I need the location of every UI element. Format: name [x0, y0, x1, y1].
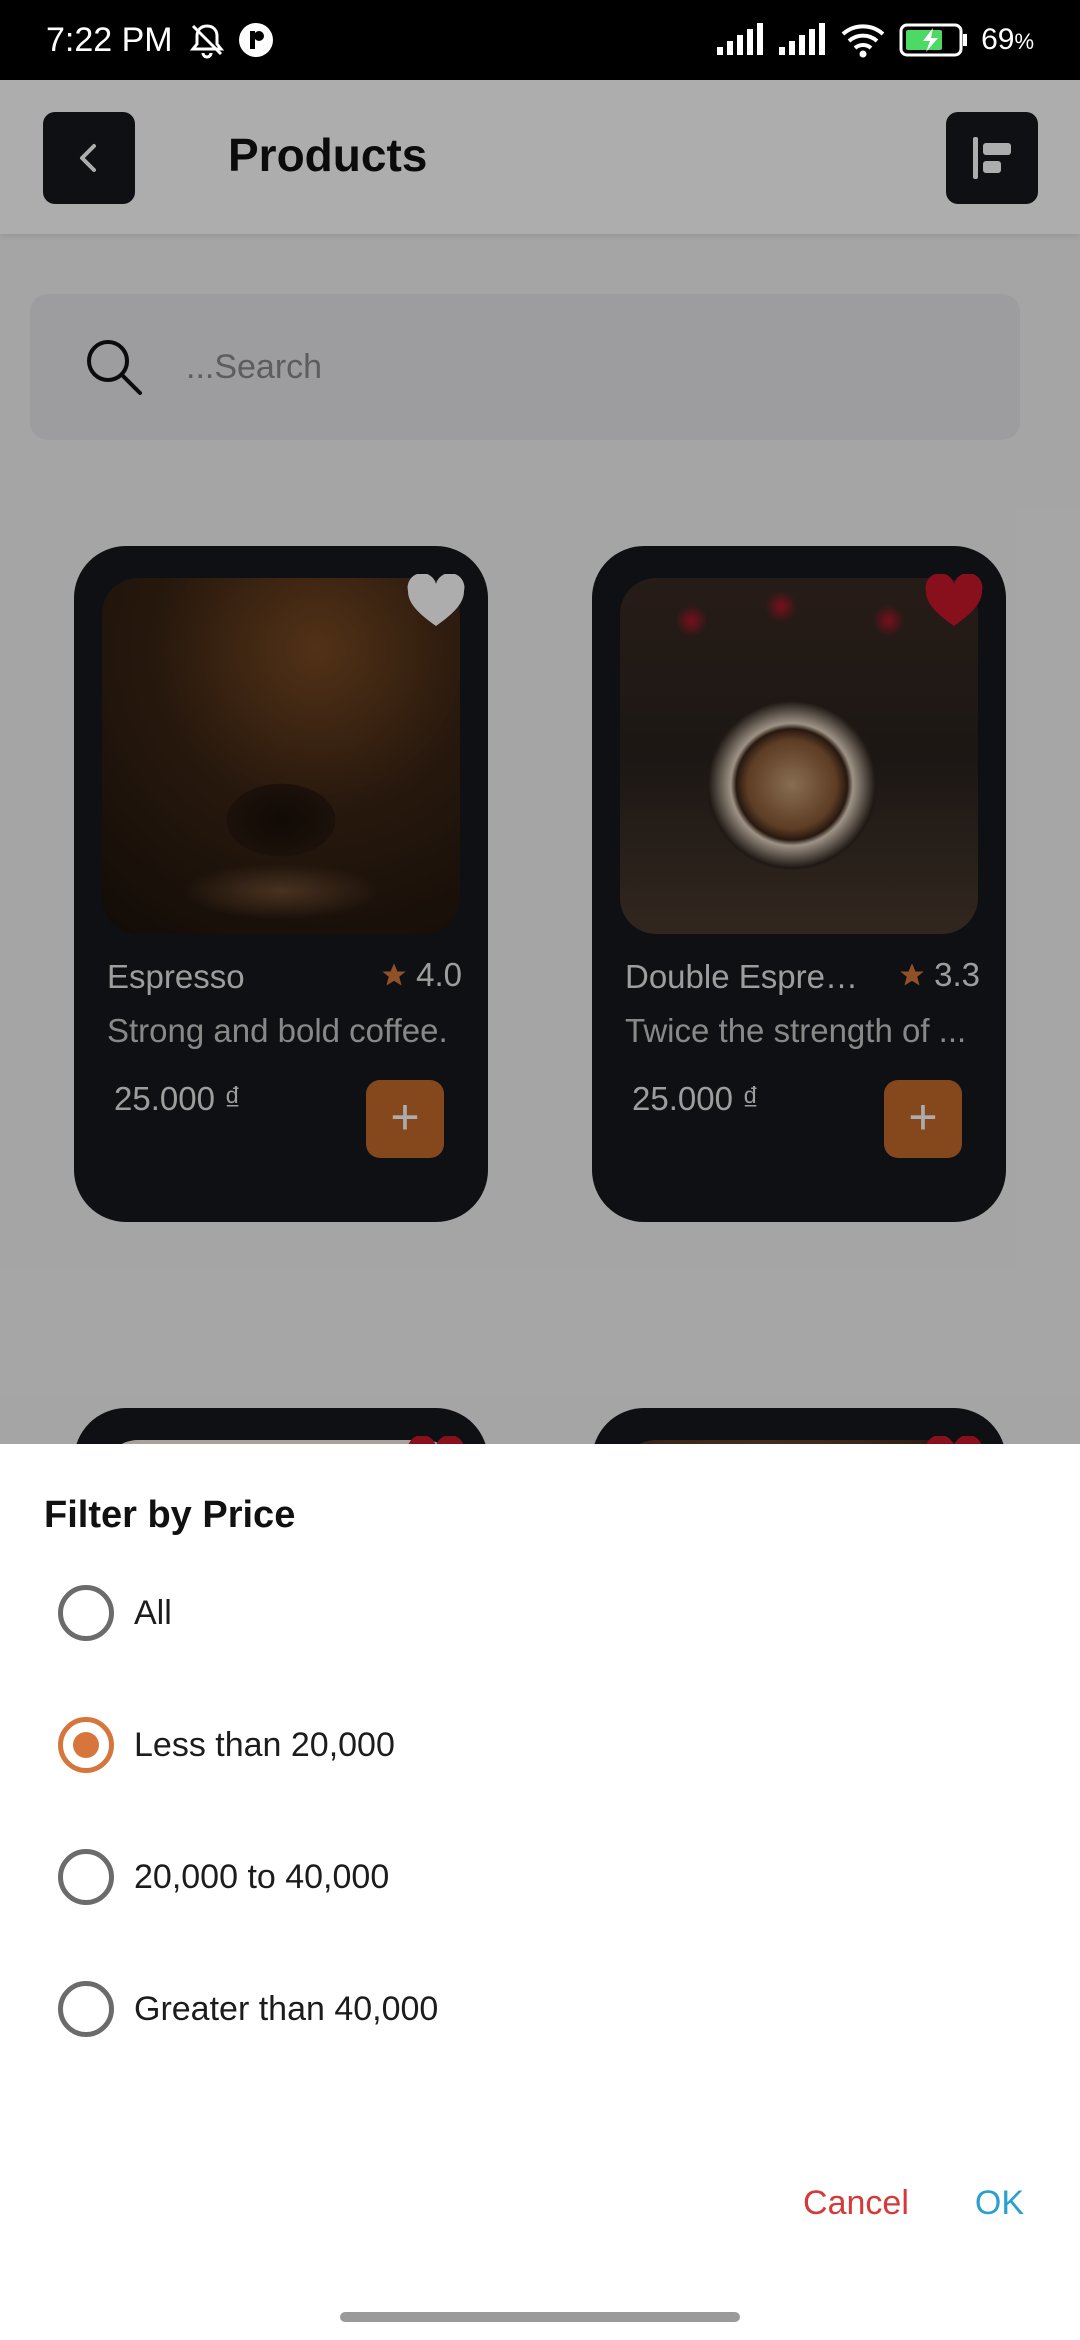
filter-option-20000-to-40000[interactable]: 20,000 to 40,000	[58, 1832, 958, 1922]
home-indicator[interactable]	[340, 2312, 740, 2322]
filter-bottom-sheet: Filter by Price All Less than 20,000 20,…	[0, 1444, 1080, 2340]
option-label: All	[134, 1593, 172, 1632]
option-label: Less than 20,000	[134, 1725, 395, 1764]
signal-icon	[717, 23, 764, 55]
radio-button[interactable]	[58, 1849, 114, 1905]
signal-icon	[779, 23, 826, 55]
sheet-title: Filter by Price	[44, 1494, 296, 1536]
status-bar: 7:22 PM 69%	[0, 0, 1080, 80]
filter-option-all[interactable]: All	[58, 1568, 958, 1658]
radio-button-selected[interactable]	[58, 1717, 114, 1773]
filter-option-less-than-20000[interactable]: Less than 20,000	[58, 1700, 958, 1790]
wifi-icon	[841, 24, 885, 58]
battery-percent: 69%	[981, 23, 1034, 56]
status-time: 7:22 PM	[46, 20, 173, 59]
cancel-button[interactable]: Cancel	[803, 2184, 909, 2223]
sheet-actions: Cancel OK	[803, 2184, 1024, 2223]
ok-button[interactable]: OK	[975, 2184, 1024, 2223]
battery-charging-icon	[899, 23, 968, 57]
radio-button[interactable]	[58, 1585, 114, 1641]
option-label: 20,000 to 40,000	[134, 1857, 390, 1896]
filter-option-greater-than-40000[interactable]: Greater than 40,000	[58, 1964, 958, 2054]
app-notification-icon	[238, 23, 273, 57]
option-label: Greater than 40,000	[134, 1989, 439, 2028]
muted-bell-icon	[189, 24, 224, 59]
radio-button[interactable]	[58, 1981, 114, 2037]
